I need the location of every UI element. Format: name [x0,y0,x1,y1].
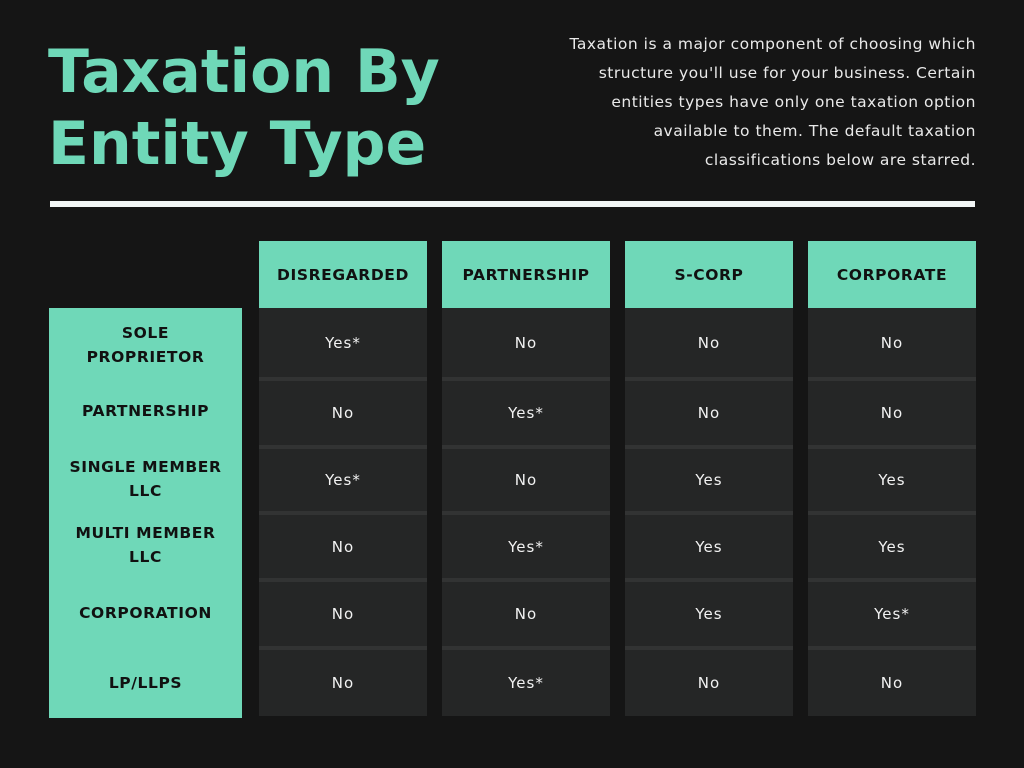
page-title: Taxation By Entity Type [48,36,440,180]
column-s-corp: S-CORP No No Yes Yes Yes No [625,241,793,716]
table-cell: Yes [625,511,793,578]
table-cell: Yes* [442,511,610,578]
column-header: DISREGARDED [259,241,427,308]
table-cell: No [808,308,976,377]
table-cell: No [625,646,793,716]
table-cell: No [259,377,427,445]
table-cell: Yes [808,511,976,578]
table-cell: Yes* [259,445,427,511]
table-cell: Yes [625,445,793,511]
table-cell: Yes* [259,308,427,377]
title-line-2: Entity Type [48,109,427,179]
column-partnership: PARTNERSHIP No Yes* No Yes* No Yes* [442,241,610,716]
table-cell: No [625,308,793,377]
row-header-single-member-llc: SINGLE MEMBER LLC [69,458,222,500]
table-cell: No [442,578,610,646]
table-cell: Yes [625,578,793,646]
column-corporate: CORPORATE No No Yes Yes Yes* No [808,241,976,716]
row-header-lp-llps: LP/LLPS [108,674,183,692]
table-cell: No [442,445,610,511]
row-header-sole-proprietor: SOLE PROPRIETOR [86,324,205,366]
row-headers: SOLE PROPRIETOR PARTNERSHIP SINGLE MEMBER… [49,308,242,718]
table-cell: No [259,578,427,646]
table-cell: Yes [808,445,976,511]
column-header: S-CORP [625,241,793,308]
row-header-multi-member-llc: MULTI MEMBER LLC [75,524,216,566]
row-header-corporation: CORPORATION [79,604,212,622]
table-cell: No [808,377,976,445]
table-cell: No [259,646,427,716]
title-line-1: Taxation By [48,37,440,107]
description-text: Taxation is a major component of choosin… [569,35,976,169]
column-disregarded: DISREGARDED Yes* No Yes* No No No [259,241,427,716]
divider [50,201,975,207]
table-cell: Yes* [442,377,610,445]
table-cell: Yes* [808,578,976,646]
table-cell: No [442,308,610,377]
table-cell: No [808,646,976,716]
row-header-partnership: PARTNERSHIP [81,402,210,420]
table-cell: No [625,377,793,445]
column-header: PARTNERSHIP [442,241,610,308]
table-cell: Yes* [442,646,610,716]
table-cell: No [259,511,427,578]
column-header: CORPORATE [808,241,976,308]
